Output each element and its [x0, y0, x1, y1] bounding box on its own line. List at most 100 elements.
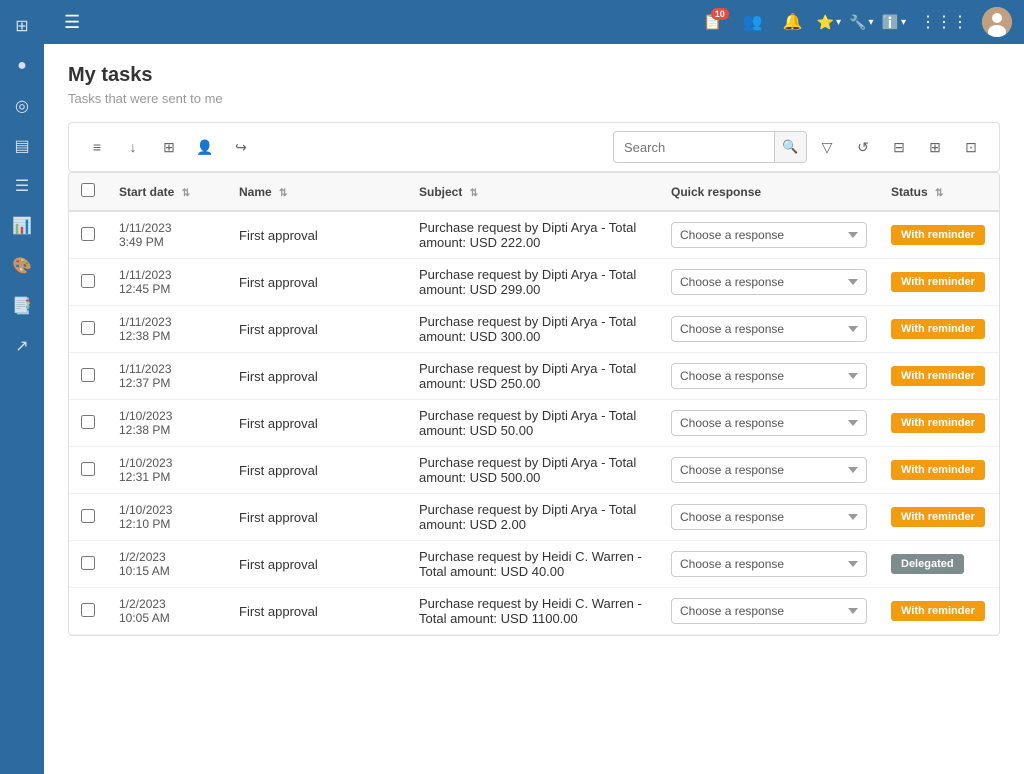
- status-badge: With reminder: [891, 225, 985, 245]
- row-name: First approval: [227, 494, 407, 541]
- user-avatar[interactable]: [982, 7, 1012, 37]
- response-select[interactable]: Choose a response: [671, 316, 867, 342]
- row-checkbox-cell: [69, 353, 107, 400]
- table-row: 1/11/202312:45 PMFirst approvalPurchase …: [69, 259, 999, 306]
- sidebar-icon-report[interactable]: 📑: [4, 288, 40, 324]
- table-row: 1/2/202310:15 AMFirst approvalPurchase r…: [69, 541, 999, 588]
- search-button[interactable]: 🔍: [774, 131, 806, 163]
- list-view-button[interactable]: ≡: [81, 131, 113, 163]
- row-status: With reminder: [879, 211, 999, 259]
- sort-status-icon[interactable]: ⇅: [935, 188, 943, 199]
- download-button[interactable]: ↓: [117, 131, 149, 163]
- status-badge: With reminder: [891, 507, 985, 527]
- status-badge: With reminder: [891, 366, 985, 386]
- favorites-arrow: ▾: [836, 17, 841, 28]
- row-checkbox[interactable]: [81, 462, 95, 476]
- header-status: Status ⇅: [879, 173, 999, 211]
- sidebar-icon-inbox[interactable]: ▤: [4, 128, 40, 164]
- response-select[interactable]: Choose a response: [671, 551, 867, 577]
- status-badge: Delegated: [891, 554, 964, 574]
- main-area: ☰ 📋 10 👥 🔔 ⭐ ▾ 🔧 ▾ ℹ️ ▾ ⋮⋮⋮: [44, 0, 1024, 774]
- view-options-button[interactable]: ⊞: [919, 131, 951, 163]
- info-icon: ℹ️: [882, 14, 899, 31]
- toolbar: ≡ ↓ ⊞ 👤 ↪ 🔍 ▽ ↺ ⊟ ⊞ ⊡: [68, 122, 1000, 172]
- people-icon[interactable]: 👥: [737, 8, 769, 36]
- collapse-button[interactable]: ⊟: [883, 131, 915, 163]
- sidebar-icon-grid[interactable]: ⊞: [4, 8, 40, 44]
- response-select[interactable]: Choose a response: [671, 504, 867, 530]
- favorites-nav[interactable]: ⭐ ▾: [817, 14, 841, 31]
- row-subject: Purchase request by Dipti Arya - Total a…: [407, 259, 659, 306]
- row-start-date: 1/2/202310:15 AM: [107, 541, 227, 588]
- table-row: 1/11/202312:38 PMFirst approvalPurchase …: [69, 306, 999, 353]
- row-subject: Purchase request by Dipti Arya - Total a…: [407, 494, 659, 541]
- row-checkbox-cell: [69, 447, 107, 494]
- row-name: First approval: [227, 447, 407, 494]
- row-quick-response: Choose a response: [659, 494, 879, 541]
- response-select[interactable]: Choose a response: [671, 269, 867, 295]
- sidebar-icon-share[interactable]: ↗: [4, 328, 40, 364]
- row-checkbox[interactable]: [81, 321, 95, 335]
- row-checkbox[interactable]: [81, 274, 95, 288]
- search-input[interactable]: [614, 140, 774, 155]
- bell-icon[interactable]: 🔔: [777, 8, 809, 36]
- row-start-date: 1/10/202312:10 PM: [107, 494, 227, 541]
- row-checkbox[interactable]: [81, 556, 95, 570]
- apps-icon[interactable]: ⋮⋮⋮: [914, 8, 974, 36]
- sidebar-icon-chart[interactable]: 📊: [4, 208, 40, 244]
- row-status: Delegated: [879, 541, 999, 588]
- row-start-date: 1/10/202312:31 PM: [107, 447, 227, 494]
- status-badge: With reminder: [891, 319, 985, 339]
- response-select[interactable]: Choose a response: [671, 222, 867, 248]
- row-name: First approval: [227, 353, 407, 400]
- user-button[interactable]: 👤: [189, 131, 221, 163]
- filter-button[interactable]: ▽: [811, 131, 843, 163]
- documents-icon[interactable]: 📋 10: [697, 8, 729, 36]
- sort-start-date-icon[interactable]: ⇅: [182, 188, 190, 199]
- forward-button[interactable]: ↪: [225, 131, 257, 163]
- sidebar-icon-circle[interactable]: ●: [4, 48, 40, 84]
- row-checkbox[interactable]: [81, 227, 95, 241]
- sort-name-icon[interactable]: ⇅: [279, 188, 287, 199]
- sidebar-icon-list[interactable]: ☰: [4, 168, 40, 204]
- refresh-button[interactable]: ↺: [847, 131, 879, 163]
- row-subject: Purchase request by Dipti Arya - Total a…: [407, 353, 659, 400]
- row-checkbox[interactable]: [81, 603, 95, 617]
- grid-view-button[interactable]: ⊞: [153, 131, 185, 163]
- header-quick-response: Quick response: [659, 173, 879, 211]
- response-select[interactable]: Choose a response: [671, 363, 867, 389]
- row-start-date: 1/11/20233:49 PM: [107, 211, 227, 259]
- row-checkbox[interactable]: [81, 509, 95, 523]
- row-status: With reminder: [879, 494, 999, 541]
- response-select[interactable]: Choose a response: [671, 598, 867, 624]
- row-quick-response: Choose a response: [659, 259, 879, 306]
- row-checkbox[interactable]: [81, 415, 95, 429]
- page-subtitle: Tasks that were sent to me: [68, 91, 1000, 106]
- search-box: 🔍: [613, 131, 807, 163]
- table-row: 1/10/202312:10 PMFirst approvalPurchase …: [69, 494, 999, 541]
- hamburger-menu[interactable]: ☰: [56, 8, 88, 37]
- row-checkbox-cell: [69, 541, 107, 588]
- sidebar-icon-target[interactable]: ◎: [4, 88, 40, 124]
- status-badge: With reminder: [891, 601, 985, 621]
- select-all-checkbox[interactable]: [81, 183, 95, 197]
- row-checkbox-cell: [69, 400, 107, 447]
- row-quick-response: Choose a response: [659, 306, 879, 353]
- row-start-date: 1/11/202312:37 PM: [107, 353, 227, 400]
- left-sidebar: ⊞ ● ◎ ▤ ☰ 📊 🎨 📑 ↗: [0, 0, 44, 774]
- table-row: 1/11/20233:49 PMFirst approvalPurchase r…: [69, 211, 999, 259]
- tools-nav[interactable]: 🔧 ▾: [849, 14, 873, 31]
- star-icon: ⭐: [817, 14, 834, 31]
- sort-subject-icon[interactable]: ⇅: [470, 188, 478, 199]
- row-checkbox[interactable]: [81, 368, 95, 382]
- row-start-date: 1/2/202310:05 AM: [107, 588, 227, 635]
- response-select[interactable]: Choose a response: [671, 457, 867, 483]
- header-checkbox-cell: [69, 173, 107, 211]
- more-options-button[interactable]: ⊡: [955, 131, 987, 163]
- wrench-icon: 🔧: [849, 14, 866, 31]
- sidebar-icon-palette[interactable]: 🎨: [4, 248, 40, 284]
- table-header-row: Start date ⇅ Name ⇅ Subject ⇅ Quick resp…: [69, 173, 999, 211]
- info-nav[interactable]: ℹ️ ▾: [882, 14, 906, 31]
- response-select[interactable]: Choose a response: [671, 410, 867, 436]
- row-start-date: 1/11/202312:45 PM: [107, 259, 227, 306]
